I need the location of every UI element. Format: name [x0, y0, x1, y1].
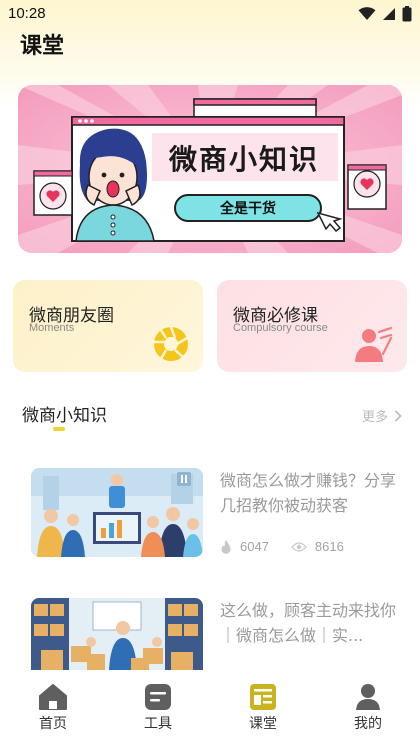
article-stats: 6047 8616 [220, 539, 344, 554]
status-bar: 10:28 [0, 0, 420, 30]
more-label: 更多 [361, 410, 388, 425]
more-link[interactable]: 更多 [362, 406, 402, 425]
tab-label: 我的 [354, 716, 382, 732]
tab-home[interactable]: 首页 [11, 682, 95, 733]
likes-stat: 6047 [220, 539, 269, 554]
article-item[interactable]: 微商怎么做才赚钱？分享几招教你被动获客 6047 8616 [0, 468, 420, 563]
tab-label: 工具 [144, 716, 172, 732]
banner-headline: 微商小知识 [168, 143, 319, 176]
category-card-course[interactable]: 微商必修课 Compulsory course [217, 280, 407, 372]
section-title: 微商小知识 [22, 406, 107, 426]
page-title: 课堂 [20, 34, 65, 59]
article-title: 微商怎么做才赚钱？分享几招教你被动获客 [220, 471, 397, 515]
likes-count: 6047 [240, 539, 269, 554]
tab-label: 首页 [39, 716, 67, 732]
article-thumbnail [31, 468, 203, 557]
wifi-icon [358, 7, 376, 20]
views-stat: 8616 [291, 539, 344, 554]
article-item[interactable]: 这么做，顾客主动来找你｜微商怎么做｜实... [0, 598, 420, 670]
tab-profile[interactable]: 我的 [326, 682, 410, 733]
home-icon [39, 684, 67, 710]
views-count: 8616 [314, 539, 344, 554]
flame-icon [221, 539, 231, 554]
tab-tools[interactable]: 工具 [116, 682, 200, 733]
tab-classroom[interactable]: 课堂 [221, 682, 305, 733]
section-underline [53, 427, 65, 431]
battery-icon [402, 6, 412, 22]
classroom-icon [250, 684, 276, 710]
status-time: 10:28 [8, 5, 46, 22]
article-title: 这么做，顾客主动来找你｜微商怎么做｜实... [220, 601, 397, 645]
tab-bar: 首页 工具 课堂 我的 [0, 672, 420, 746]
person-icon [355, 326, 393, 362]
category-subtitle: Moments [29, 322, 75, 334]
tab-label: 课堂 [249, 716, 277, 732]
signal-icon [383, 8, 395, 20]
profile-icon [356, 684, 380, 710]
category-subtitle: Compulsory course [233, 322, 328, 334]
status-icons [358, 6, 412, 22]
banner[interactable]: 微商小知识 全是干货 [18, 85, 402, 253]
aperture-icon [154, 326, 188, 361]
banner-button-label: 全是干货 [219, 200, 276, 217]
chevron-right-icon [394, 409, 402, 422]
category-card-moments[interactable]: 微商朋友圈 Moments [13, 280, 203, 372]
banner-illustration: 微商小知识 全是干货 [18, 85, 402, 253]
tools-icon [145, 684, 171, 710]
eye-icon [291, 541, 307, 552]
article-thumbnail [31, 598, 203, 670]
